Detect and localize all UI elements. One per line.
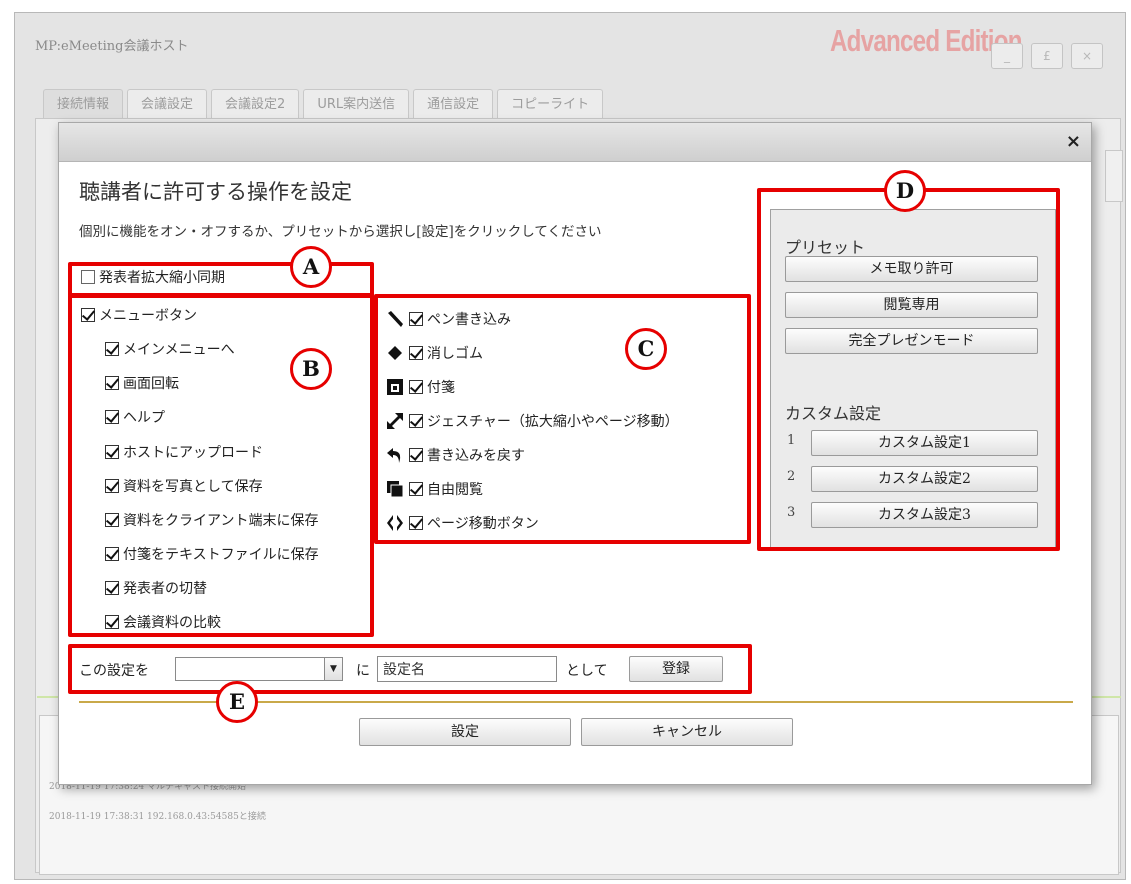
tab-communication-settings[interactable]: 通信設定 [413, 89, 494, 119]
annotation-label-a: A [290, 246, 332, 288]
app-tab-bar: 接続情報 会議設定 会議設定2 URL案内送信 通信設定 コピーライト [43, 89, 607, 119]
app-title: MP:eMeeting会議ホスト [35, 39, 189, 54]
tab-connection-info[interactable]: 接続情報 [43, 89, 124, 119]
app-close-button[interactable]: × [1071, 43, 1103, 69]
tab-meeting-settings[interactable]: 会議設定 [127, 89, 208, 119]
apply-button[interactable]: 設定 [359, 718, 571, 746]
tab-copyright[interactable]: コピーライト [497, 89, 604, 119]
annotation-box-b [68, 294, 374, 637]
annotation-box-d [757, 188, 1060, 551]
tab-url-guide[interactable]: URL案内送信 [303, 89, 410, 119]
background-side-box [1105, 150, 1123, 202]
dialog-title: 聴講者に許可する操作を設定 [79, 180, 352, 204]
annotation-label-d: D [884, 170, 926, 212]
minimize-button[interactable]: _ [991, 43, 1023, 69]
annotation-box-e [68, 644, 752, 694]
maximize-button[interactable]: £ [1031, 43, 1063, 69]
log-line: 2018-11-19 17:38:31 192.168.0.43:54585と接… [49, 812, 266, 822]
annotation-box-c [374, 294, 751, 544]
annotation-label-c: C [625, 328, 667, 370]
tab-meeting-settings-2[interactable]: 会議設定2 [211, 89, 300, 119]
cancel-button[interactable]: キャンセル [581, 718, 793, 746]
dialog-close-button[interactable]: × [1066, 131, 1081, 152]
dialog-header: × [59, 123, 1091, 162]
annotation-label-b: B [290, 348, 332, 390]
dialog-subtitle: 個別に機能をオン・オフするか、プリセットから選択し[設定]をクリックしてください [79, 224, 602, 240]
annotation-label-e: E [216, 681, 258, 723]
